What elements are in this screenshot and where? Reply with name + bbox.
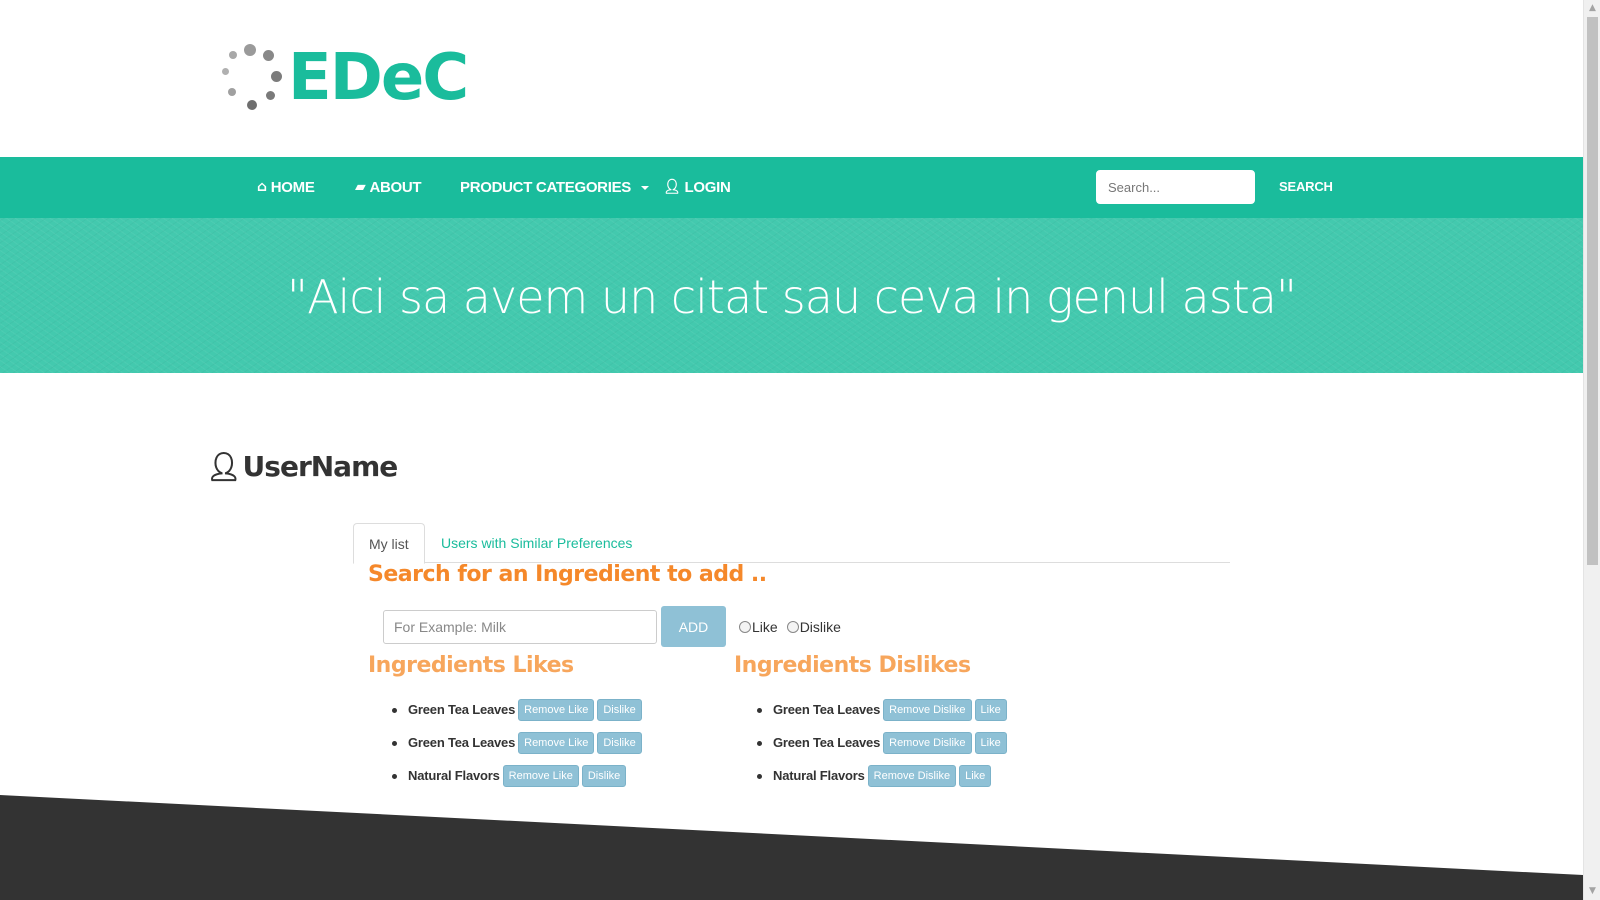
like-button[interactable]: Like bbox=[959, 764, 992, 787]
remove-dislike-button[interactable]: Remove Dislike bbox=[867, 764, 957, 787]
list-item: Green Tea Leaves Remove Dislike Like bbox=[757, 693, 1010, 726]
preference-radio-group: Like Dislike bbox=[739, 619, 841, 635]
nav-about-label: ABOUT bbox=[369, 179, 422, 196]
ingredient-name: Green Tea Leaves bbox=[408, 702, 516, 717]
home-icon: ⌂ bbox=[257, 179, 267, 195]
like-radio-label: Like bbox=[752, 619, 778, 635]
user-icon: 👤︎ bbox=[206, 450, 242, 483]
remove-like-button[interactable]: Remove Like bbox=[502, 764, 579, 787]
add-button[interactable]: ADD bbox=[661, 606, 726, 647]
list-item: Natural Flavors Remove Dislike Like bbox=[757, 759, 1010, 792]
search-button[interactable]: SEARCH bbox=[1279, 170, 1333, 204]
add-ingredient-title: Search for an Ingredient to add .. bbox=[368, 562, 767, 587]
nav-home[interactable]: ⌂ HOME bbox=[257, 157, 315, 218]
remove-like-button[interactable]: Remove Like bbox=[518, 698, 595, 721]
nav-home-label: HOME bbox=[270, 179, 315, 196]
dislike-radio[interactable] bbox=[786, 621, 799, 633]
user-icon: 👤︎ bbox=[663, 179, 681, 195]
ingredient-name: Green Tea Leaves bbox=[773, 735, 881, 750]
search-input[interactable] bbox=[1096, 170, 1255, 204]
dislike-button[interactable]: Dislike bbox=[581, 764, 627, 787]
list-item: Green Tea Leaves Remove Like Dislike bbox=[392, 693, 645, 726]
brand-name: EDeC bbox=[288, 41, 469, 115]
remove-dislike-button[interactable]: Remove Dislike bbox=[883, 731, 972, 754]
nav-about[interactable]: ▰ ABOUT bbox=[355, 157, 422, 218]
hero-banner: "Aici sa avem un citat sau ceva in genul… bbox=[0, 218, 1583, 373]
dislikes-list: Green Tea Leaves Remove Dislike Like Gre… bbox=[757, 693, 1010, 792]
tab-similar-users[interactable]: Users with Similar Preferences bbox=[426, 523, 647, 564]
ingredient-name: Green Tea Leaves bbox=[773, 702, 881, 717]
logo-dots-icon bbox=[222, 42, 290, 114]
scroll-down-icon[interactable]: ▼ bbox=[1584, 883, 1600, 900]
footer bbox=[0, 795, 1583, 900]
brand-logo[interactable]: EDeC bbox=[222, 41, 469, 115]
ingredient-name: Natural Flavors bbox=[408, 768, 500, 783]
ingredient-name: Natural Flavors bbox=[773, 768, 865, 783]
main-navbar: ⌂ HOME ▰ ABOUT PRODUCT CATEGORIES 👤︎ LOG… bbox=[0, 157, 1583, 218]
remove-dislike-button[interactable]: Remove Dislike bbox=[883, 698, 972, 721]
page: EDeC ⌂ HOME ▰ ABOUT PRODUCT CATEGORIES 👤… bbox=[0, 0, 1583, 900]
list-item: Natural Flavors Remove Like Dislike bbox=[392, 759, 645, 792]
like-button[interactable]: Like bbox=[974, 731, 1007, 754]
nav-login[interactable]: 👤︎ LOGIN bbox=[663, 157, 731, 218]
ingredient-name: Green Tea Leaves bbox=[408, 735, 516, 750]
nav-product-categories-label: PRODUCT CATEGORIES bbox=[460, 179, 631, 196]
scroll-up-icon[interactable]: ▲ bbox=[1584, 0, 1600, 17]
hero-quote: "Aici sa avem un citat sau ceva in genul… bbox=[286, 270, 1297, 324]
user-name: UserName bbox=[242, 450, 399, 483]
book-icon: ▰ bbox=[355, 179, 366, 195]
dislike-radio-label: Dislike bbox=[799, 619, 841, 635]
scroll-thumb[interactable] bbox=[1587, 17, 1598, 565]
likes-list: Green Tea Leaves Remove Like Dislike Gre… bbox=[392, 693, 645, 792]
dislike-button[interactable]: Dislike bbox=[597, 731, 642, 754]
list-item: Green Tea Leaves Remove Dislike Like bbox=[757, 726, 1010, 759]
dislike-button[interactable]: Dislike bbox=[597, 698, 642, 721]
remove-like-button[interactable]: Remove Like bbox=[518, 731, 595, 754]
list-item: Green Tea Leaves Remove Like Dislike bbox=[392, 726, 645, 759]
nav-product-categories[interactable]: PRODUCT CATEGORIES bbox=[460, 157, 649, 218]
tab-my-list[interactable]: My list bbox=[353, 523, 425, 564]
like-radio[interactable] bbox=[739, 621, 751, 633]
dislikes-title: Ingredients Dislikes bbox=[734, 653, 971, 678]
vertical-scrollbar[interactable]: ▲ ▼ bbox=[1583, 0, 1600, 900]
chevron-down-icon bbox=[641, 185, 649, 190]
likes-title: Ingredients Likes bbox=[368, 653, 574, 678]
user-title: 👤︎ UserName bbox=[206, 450, 399, 483]
ingredient-search-input[interactable] bbox=[383, 610, 657, 644]
like-button[interactable]: Like bbox=[974, 698, 1007, 721]
tab-bar: My list Users with Similar Preferences bbox=[353, 523, 1230, 564]
nav-login-label: LOGIN bbox=[684, 179, 731, 196]
